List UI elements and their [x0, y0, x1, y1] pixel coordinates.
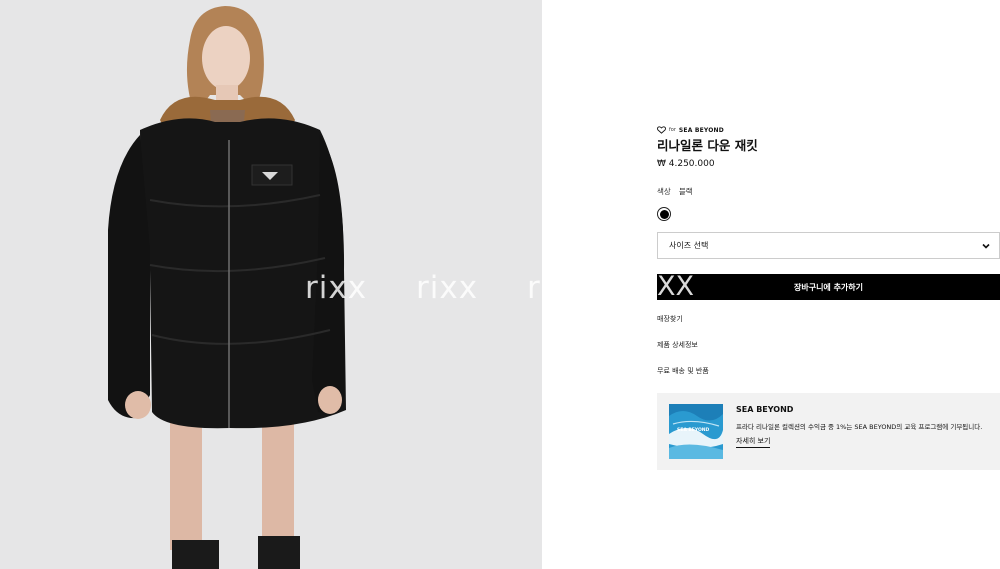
sea-beyond-promo: SEA BEYOND SEA BEYOND 프라다 리나일론 컬렉션의 수익금 …	[657, 393, 1000, 470]
size-select[interactable]: 사이즈 선택	[657, 232, 1000, 259]
promo-thumb-label: SEA BEYOND	[677, 428, 710, 433]
promo-thumbnail: SEA BEYOND	[669, 404, 723, 459]
product-image[interactable]: rixx rixx rixx	[0, 0, 542, 569]
add-to-cart-label: 장바구니에 추가하기	[793, 282, 864, 292]
watermark-text: rixx	[416, 270, 479, 306]
badge-by-text: for	[669, 127, 676, 133]
product-info-panel: for SEA BEYOND 리나일론 다운 재킷 ₩ 4.250.000 색상…	[657, 124, 1000, 470]
add-to-cart-button[interactable]: XX 장바구니에 추가하기	[657, 271, 1000, 302]
badge-brand: SEA BEYOND	[678, 126, 724, 134]
watermark-text: rixx	[527, 270, 542, 306]
color-label: 색상	[657, 187, 671, 196]
color-row: 색상 블랙	[657, 186, 1000, 197]
product-title: 리나일론 다운 재킷	[657, 138, 758, 153]
swatch-dot	[659, 209, 669, 219]
store-locator-link[interactable]: 매장찾기	[657, 313, 1000, 325]
promo-title: SEA BEYOND	[736, 405, 794, 414]
watermark-text: rixx	[305, 270, 368, 306]
shipping-returns-link[interactable]: 무료 배송 및 반품	[657, 365, 1000, 377]
color-swatch-black[interactable]	[657, 207, 671, 221]
watermark-text: XX	[657, 271, 694, 302]
promo-description: 프라다 리나일론 컬렉션의 수익금 중 1%는 SEA BEYOND의 교육 프…	[736, 423, 983, 431]
product-price: ₩ 4.250.000	[657, 159, 715, 169]
sea-beyond-badge: for SEA BEYOND	[657, 124, 1000, 136]
color-value: 블랙	[678, 187, 693, 196]
chevron-down-icon	[982, 243, 990, 249]
product-details-link[interactable]: 제품 상세정보	[657, 339, 1000, 351]
learn-more-link[interactable]: 자세히 보기	[736, 436, 771, 448]
heart-icon	[657, 126, 666, 134]
size-select-label: 사이즈 선택	[669, 241, 709, 250]
